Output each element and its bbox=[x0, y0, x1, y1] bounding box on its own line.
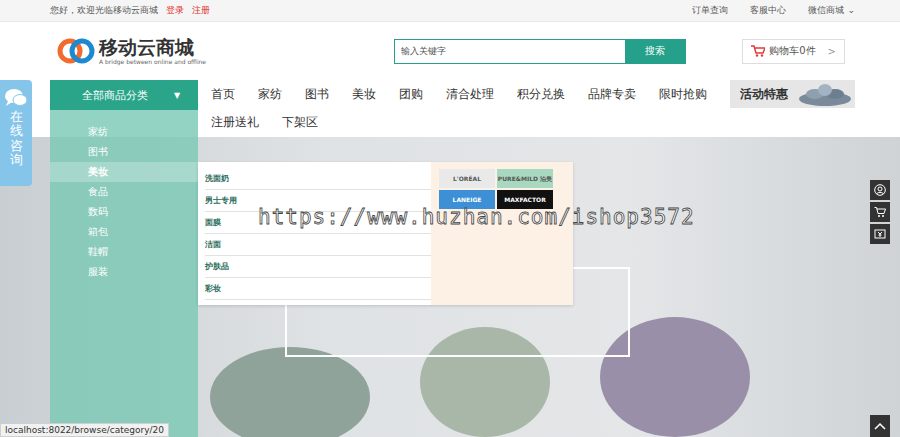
category-flyout: 洗面奶男士专用面膜洁面护肤品彩妆L'ORÉALPURE&MILD 泊美LANEI… bbox=[198, 162, 573, 305]
nav-item[interactable]: 品牌专卖 bbox=[588, 80, 636, 108]
side-toolbar bbox=[870, 180, 890, 244]
brand-logo[interactable]: L'ORÉAL bbox=[439, 169, 495, 188]
category-button[interactable]: 全部商品分类▼ bbox=[50, 80, 198, 110]
online-consult-tab[interactable]: 在线咨询 bbox=[0, 80, 32, 186]
dropdown-icon: ⌄ bbox=[847, 5, 855, 15]
nav-item[interactable]: 美妆 bbox=[352, 80, 376, 108]
consult-label: 在线咨询 bbox=[10, 110, 23, 167]
subcategory-item[interactable]: 洗面奶 bbox=[205, 168, 431, 190]
category-item[interactable]: 服装 bbox=[50, 262, 198, 282]
nav-item[interactable]: 图书 bbox=[305, 80, 329, 108]
category-item[interactable]: 鞋帽 bbox=[50, 242, 198, 262]
chevron-up-icon bbox=[874, 422, 886, 430]
succulent-icon bbox=[795, 81, 855, 107]
cart-button[interactable]: 购物车0件 > bbox=[742, 39, 845, 64]
back-to-top-button[interactable] bbox=[870, 415, 890, 437]
promo-banner[interactable]: 活动特惠 bbox=[730, 80, 855, 108]
cart-icon bbox=[874, 206, 886, 218]
top-link[interactable]: 微信商城⌄ bbox=[808, 4, 855, 17]
nav-item[interactable]: 团购 bbox=[399, 80, 423, 108]
nav-item[interactable]: 注册送礼 bbox=[211, 108, 259, 136]
cart-arrow: > bbox=[828, 46, 836, 57]
search-box: 搜索 bbox=[394, 39, 686, 64]
cart-icon bbox=[751, 45, 765, 57]
logo[interactable]: 移动云商城A bridge between online and offline bbox=[56, 36, 206, 66]
subcategory-item[interactable]: 洁面 bbox=[205, 234, 431, 256]
category-item[interactable]: 箱包 bbox=[50, 222, 198, 242]
page: 您好，欢迎光临移动云商城登录注册 订单查询 客服中心 微信商城⌄ 移动云商城A brid… bbox=[0, 0, 900, 437]
top-bar: 您好，欢迎光临移动云商城登录注册 订单查询 客服中心 微信商城⌄ bbox=[0, 0, 900, 22]
logo-rings-icon bbox=[56, 36, 96, 66]
cart-label: 购物车0件 bbox=[769, 44, 815, 58]
nav-item[interactable]: 限时抢购 bbox=[659, 80, 707, 108]
category-item[interactable]: 美妆 bbox=[50, 162, 198, 182]
coupon-button[interactable] bbox=[870, 224, 890, 244]
header: 移动云商城A bridge between online and offline… bbox=[50, 22, 855, 80]
logo-name: 移动云商城 bbox=[99, 37, 206, 58]
coupon-icon bbox=[874, 228, 886, 240]
category-item[interactable]: 家纺 bbox=[50, 122, 198, 142]
nav-item[interactable]: 下架区 bbox=[282, 108, 318, 136]
category-item[interactable]: 食品 bbox=[50, 182, 198, 202]
category-item[interactable]: 图书 bbox=[50, 142, 198, 162]
category-sidebar: 家纺图书美妆食品数码箱包鞋帽服装 bbox=[50, 110, 198, 437]
category-item[interactable]: 数码 bbox=[50, 202, 198, 222]
nav-item[interactable]: 清合处理 bbox=[446, 80, 494, 108]
watermark: https://www.huzhan.com/ishop3572 bbox=[258, 205, 695, 229]
nav-item[interactable]: 家纺 bbox=[258, 80, 282, 108]
top-link[interactable]: 订单查询 bbox=[692, 4, 728, 17]
search-button[interactable]: 搜索 bbox=[625, 40, 685, 63]
nav-item[interactable]: 积分兑换 bbox=[517, 80, 565, 108]
brand-logo[interactable]: PURE&MILD 泊美 bbox=[497, 169, 553, 188]
cart-tool-button[interactable] bbox=[870, 202, 890, 222]
chat-icon bbox=[4, 88, 28, 108]
subcategory-item[interactable]: 彩妆 bbox=[205, 278, 431, 300]
greeting: 您好，欢迎光临移动云商城 bbox=[50, 4, 158, 17]
account-button[interactable] bbox=[870, 180, 890, 200]
brand-panel: L'ORÉALPURE&MILD 泊美LANEIGEMAXFACTOR bbox=[431, 162, 573, 305]
status-bar: localhost:8022/browse/category/20 bbox=[0, 423, 169, 437]
logo-tagline: A bridge between online and offline bbox=[99, 58, 206, 65]
search-input[interactable] bbox=[395, 40, 625, 63]
subcategory-item[interactable]: 护肤品 bbox=[205, 256, 431, 278]
user-icon bbox=[874, 184, 886, 196]
register-link[interactable]: 注册 bbox=[192, 4, 210, 17]
login-link[interactable]: 登录 bbox=[166, 4, 184, 17]
main-nav: 首页家纺图书美妆团购清合处理积分兑换品牌专卖限时抢购注册送礼下架区 bbox=[198, 80, 720, 136]
nav-item[interactable]: 首页 bbox=[211, 80, 235, 108]
top-link[interactable]: 客服中心 bbox=[750, 4, 786, 17]
